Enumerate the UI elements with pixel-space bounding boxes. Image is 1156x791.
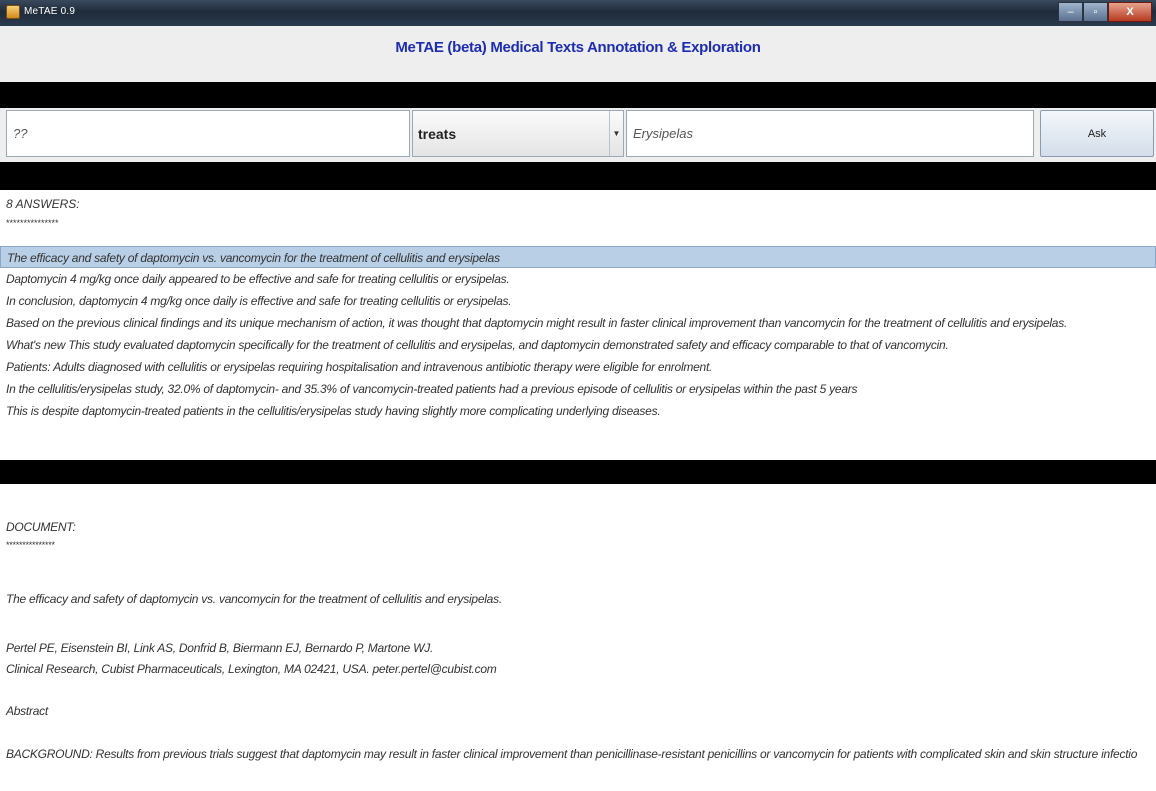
answer-item[interactable]: In the cellulitis/erysipelas study, 32.0… xyxy=(0,378,1156,400)
answer-item[interactable]: This is despite daptomycin-treated patie… xyxy=(0,400,1156,422)
answers-separator: *************** xyxy=(6,218,59,228)
relation-dropdown[interactable]: treats ▼ xyxy=(412,110,624,157)
window-title: MeTAE 0.9 xyxy=(24,6,76,17)
minimize-button[interactable]: – xyxy=(1058,2,1083,22)
window-controls: – ▫ X xyxy=(1058,2,1152,22)
document-affiliation: Clinical Research, Cubist Pharmaceutical… xyxy=(6,662,497,676)
answer-item[interactable]: The efficacy and safety of daptomycin vs… xyxy=(0,246,1156,268)
answer-list: The efficacy and safety of daptomycin vs… xyxy=(0,246,1156,422)
answer-item[interactable]: In conclusion, daptomycin 4 mg/kg once d… xyxy=(0,290,1156,312)
chevron-down-icon[interactable]: ▼ xyxy=(609,111,623,156)
document-title: The efficacy and safety of daptomycin vs… xyxy=(6,592,502,606)
document-authors: Pertel PE, Eisenstein BI, Link AS, Donfr… xyxy=(6,641,434,655)
subject-input[interactable]: ?? xyxy=(6,110,410,157)
maximize-button[interactable]: ▫ xyxy=(1083,2,1108,22)
app-heading: MeTAE (beta) Medical Texts Annotation & … xyxy=(395,39,761,56)
top-divider-bar xyxy=(0,82,1156,108)
answer-item[interactable]: Based on the previous clinical findings … xyxy=(0,312,1156,334)
query-row: ?? treats ▼ Erysipelas Ask xyxy=(0,108,1156,162)
answers-count: 8 ANSWERS: xyxy=(6,197,80,211)
close-button[interactable]: X xyxy=(1108,2,1152,22)
ask-button[interactable]: Ask xyxy=(1040,110,1154,157)
answer-item[interactable]: Patients: Adults diagnosed with cellulit… xyxy=(0,356,1156,378)
app-header: MeTAE (beta) Medical Texts Annotation & … xyxy=(0,26,1156,82)
document-label: DOCUMENT: xyxy=(6,520,76,534)
abstract-background: BACKGROUND: Results from previous trials… xyxy=(6,747,1138,761)
answers-divider-bar xyxy=(0,460,1156,484)
window-titlebar: MeTAE 0.9 – ▫ X xyxy=(0,0,1156,26)
query-divider-bar xyxy=(0,162,1156,190)
document-panel: DOCUMENT: *************** The efficacy a… xyxy=(0,484,1156,791)
relation-selected-value: treats xyxy=(418,125,457,142)
abstract-heading: Abstract xyxy=(6,704,49,718)
answer-item[interactable]: Daptomycin 4 mg/kg once daily appeared t… xyxy=(0,268,1156,290)
object-input[interactable]: Erysipelas xyxy=(626,110,1034,157)
document-separator: *************** xyxy=(6,540,55,550)
answer-item[interactable]: What's new This study evaluated daptomyc… xyxy=(0,334,1156,356)
answers-panel: 8 ANSWERS: *************** The efficacy … xyxy=(0,190,1156,460)
java-app-icon xyxy=(6,5,20,19)
